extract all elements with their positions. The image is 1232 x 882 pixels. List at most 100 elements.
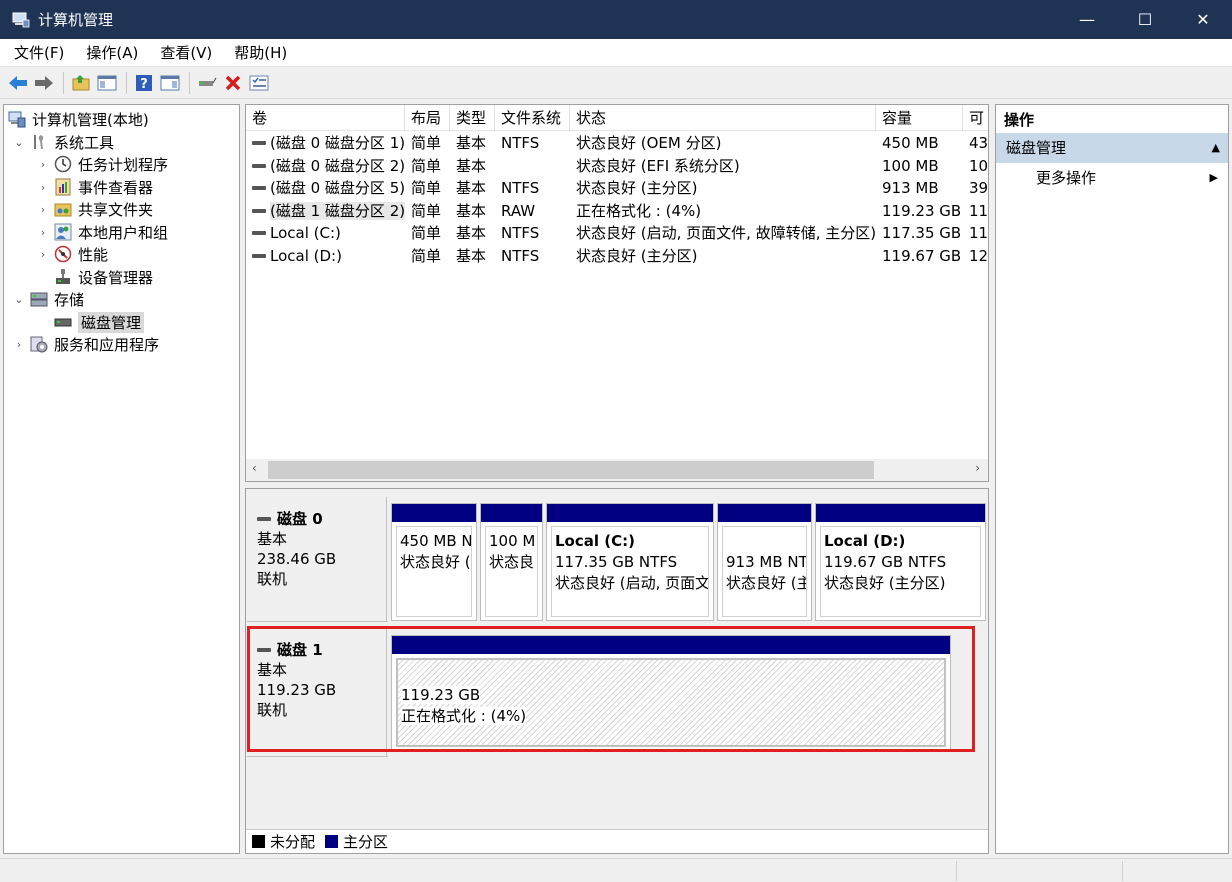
menu-bar: 文件(F) 操作(A) 查看(V) 帮助(H) bbox=[0, 39, 1232, 67]
title-bar: 计算机管理 — ☐ ✕ bbox=[0, 0, 1232, 39]
minimize-icon: — bbox=[1079, 10, 1095, 29]
properties-icon[interactable] bbox=[158, 71, 182, 95]
checklist-icon[interactable] bbox=[247, 71, 271, 95]
volume-list: 卷 布局 类型 文件系统 状态 容量 可 (磁盘 0 磁盘分区 1) 简单 基本… bbox=[245, 104, 989, 482]
show-hide-tree-icon[interactable] bbox=[95, 71, 119, 95]
unallocated-swatch bbox=[252, 835, 265, 848]
tree-item-device-manager[interactable]: 设备管理器 bbox=[36, 266, 153, 288]
column-header-free[interactable]: 可 bbox=[963, 105, 988, 131]
menu-view[interactable]: 查看(V) bbox=[146, 42, 220, 63]
disk-icon bbox=[252, 253, 266, 258]
chevron-right-icon[interactable]: › bbox=[36, 158, 50, 171]
partition-disk0-oem[interactable]: 450 MB N 状态良好 ( bbox=[391, 503, 477, 621]
minimize-button[interactable]: — bbox=[1058, 0, 1116, 39]
chevron-right-icon[interactable]: › bbox=[36, 226, 50, 239]
horizontal-scrollbar[interactable]: ‹ › bbox=[246, 459, 988, 481]
column-header-capacity[interactable]: 容量 bbox=[876, 105, 963, 131]
disk-icon bbox=[252, 185, 266, 190]
tree-item-label: 服务和应用程序 bbox=[54, 335, 160, 354]
menu-action[interactable]: 操作(A) bbox=[72, 42, 146, 63]
tree-item-shared-folders[interactable]: › 共享文件夹 bbox=[36, 198, 153, 220]
tree-item-label: 设备管理器 bbox=[78, 268, 154, 287]
tree-item-performance[interactable]: › 性能 bbox=[36, 243, 108, 265]
storage-icon bbox=[30, 290, 48, 308]
partition-local-c[interactable]: Local (C:) 117.35 GB NTFS 状态良好 (启动, 页面文 bbox=[546, 503, 714, 621]
tree-item-storage[interactable]: ⌄ 存储 bbox=[12, 288, 84, 310]
menu-help[interactable]: 帮助(H) bbox=[220, 42, 295, 63]
tree-item-label: 存储 bbox=[54, 290, 85, 309]
scrollbar-thumb[interactable] bbox=[268, 461, 874, 479]
table-row[interactable]: Local (D:) 简单 基本 NTFS 状态良好 (主分区) 119.67 … bbox=[246, 245, 988, 267]
tree-item-label: 任务计划程序 bbox=[78, 155, 169, 174]
actions-header: 操作 bbox=[1004, 111, 1035, 129]
tree-item-label: 事件查看器 bbox=[78, 178, 154, 197]
scroll-right-icon[interactable]: › bbox=[975, 461, 980, 475]
caret-up-icon: ▲ bbox=[1211, 141, 1220, 154]
forward-arrow-icon[interactable] bbox=[32, 71, 56, 95]
shared-folder-icon bbox=[54, 200, 72, 218]
delete-icon[interactable] bbox=[221, 71, 245, 95]
table-row[interactable]: (磁盘 0 磁盘分区 5) 简单 基本 NTFS 状态良好 (主分区) 913 … bbox=[246, 177, 988, 199]
tree-item-system-tools[interactable]: ⌄ 系统工具 bbox=[12, 131, 114, 153]
partition-local-d[interactable]: Local (D:) 119.67 GB NTFS 状态良好 (主分区) bbox=[815, 503, 986, 621]
tools-icon bbox=[30, 133, 48, 151]
clock-icon bbox=[54, 155, 72, 173]
tree-item-label: 本地用户和组 bbox=[78, 223, 169, 242]
action-more-actions[interactable]: 更多操作 ▶ bbox=[996, 163, 1228, 193]
partition-disk0-efi[interactable]: 100 M 状态良 bbox=[480, 503, 543, 621]
tree-item-label: 性能 bbox=[78, 245, 109, 264]
partition-disk0-recovery[interactable]: 913 MB NT 状态良好 (主 bbox=[717, 503, 812, 621]
chevron-down-icon[interactable]: ⌄ bbox=[12, 293, 26, 306]
table-row[interactable]: (磁盘 0 磁盘分区 2) 简单 基本 状态良好 (EFI 系统分区) 100 … bbox=[246, 155, 988, 177]
disk-0-label[interactable]: 磁盘 0 基本 238.46 GB 联机 bbox=[247, 497, 387, 621]
chevron-right-icon[interactable]: › bbox=[36, 203, 50, 216]
connect-drive-icon[interactable] bbox=[195, 71, 219, 95]
services-icon bbox=[30, 335, 48, 353]
performance-icon bbox=[54, 245, 72, 263]
actions-section-disk-management[interactable]: 磁盘管理 ▲ bbox=[996, 133, 1228, 163]
column-header-filesystem[interactable]: 文件系统 bbox=[495, 105, 570, 131]
caret-right-icon: ▶ bbox=[1209, 171, 1218, 184]
tree-item-disk-management[interactable]: 磁盘管理 bbox=[36, 311, 145, 333]
up-folder-icon[interactable] bbox=[69, 71, 93, 95]
tree-item-services-apps[interactable]: › 服务和应用程序 bbox=[12, 333, 159, 355]
column-header-type[interactable]: 类型 bbox=[450, 105, 495, 131]
disk-icon bbox=[252, 208, 266, 213]
back-arrow-icon[interactable] bbox=[6, 71, 30, 95]
close-button[interactable]: ✕ bbox=[1174, 0, 1232, 39]
chevron-right-icon[interactable]: › bbox=[36, 248, 50, 261]
scroll-left-icon[interactable]: ‹ bbox=[252, 461, 257, 475]
tree-item-label: 磁盘管理 bbox=[78, 311, 145, 333]
table-row[interactable]: (磁盘 0 磁盘分区 1) 简单 基本 NTFS 状态良好 (OEM 分区) 4… bbox=[246, 132, 988, 154]
status-bar bbox=[0, 858, 1232, 882]
tree-root[interactable]: 计算机管理(本地) bbox=[8, 108, 149, 130]
tree-item-label: 系统工具 bbox=[54, 133, 115, 152]
toolbar: ? bbox=[0, 67, 1232, 99]
chevron-right-icon[interactable]: › bbox=[36, 181, 50, 194]
tree-item-task-scheduler[interactable]: › 任务计划程序 bbox=[36, 153, 168, 175]
disk-icon bbox=[257, 517, 271, 521]
column-header-layout[interactable]: 布局 bbox=[405, 105, 450, 131]
menu-file[interactable]: 文件(F) bbox=[0, 42, 72, 63]
tree-item-local-users[interactable]: › 本地用户和组 bbox=[36, 221, 168, 243]
legend-unallocated: 未分配 bbox=[270, 833, 316, 851]
computer-management-icon bbox=[8, 110, 26, 128]
chevron-down-icon[interactable]: ⌄ bbox=[12, 136, 26, 149]
disk-icon bbox=[252, 230, 266, 235]
help-icon[interactable]: ? bbox=[132, 71, 156, 95]
tree-item-event-viewer[interactable]: › 事件查看器 bbox=[36, 176, 153, 198]
table-row[interactable]: (磁盘 1 磁盘分区 2) 简单 基本 RAW 正在格式化 : (4%) 119… bbox=[246, 200, 988, 222]
highlight-box bbox=[247, 626, 975, 752]
chevron-right-icon[interactable]: › bbox=[12, 338, 26, 351]
maximize-button[interactable]: ☐ bbox=[1116, 0, 1174, 39]
primary-partition-swatch bbox=[325, 835, 339, 848]
actions-pane: 操作 磁盘管理 ▲ 更多操作 ▶ bbox=[995, 104, 1229, 854]
tree-root-label: 计算机管理(本地) bbox=[32, 110, 149, 129]
computer-management-icon bbox=[12, 12, 30, 28]
close-icon: ✕ bbox=[1196, 10, 1210, 29]
maximize-icon: ☐ bbox=[1137, 10, 1153, 29]
column-header-status[interactable]: 状态 bbox=[570, 105, 876, 131]
column-header-volume[interactable]: 卷 bbox=[246, 105, 405, 131]
table-row[interactable]: Local (C:) 简单 基本 NTFS 状态良好 (启动, 页面文件, 故障… bbox=[246, 222, 988, 244]
disk-icon bbox=[252, 163, 266, 168]
